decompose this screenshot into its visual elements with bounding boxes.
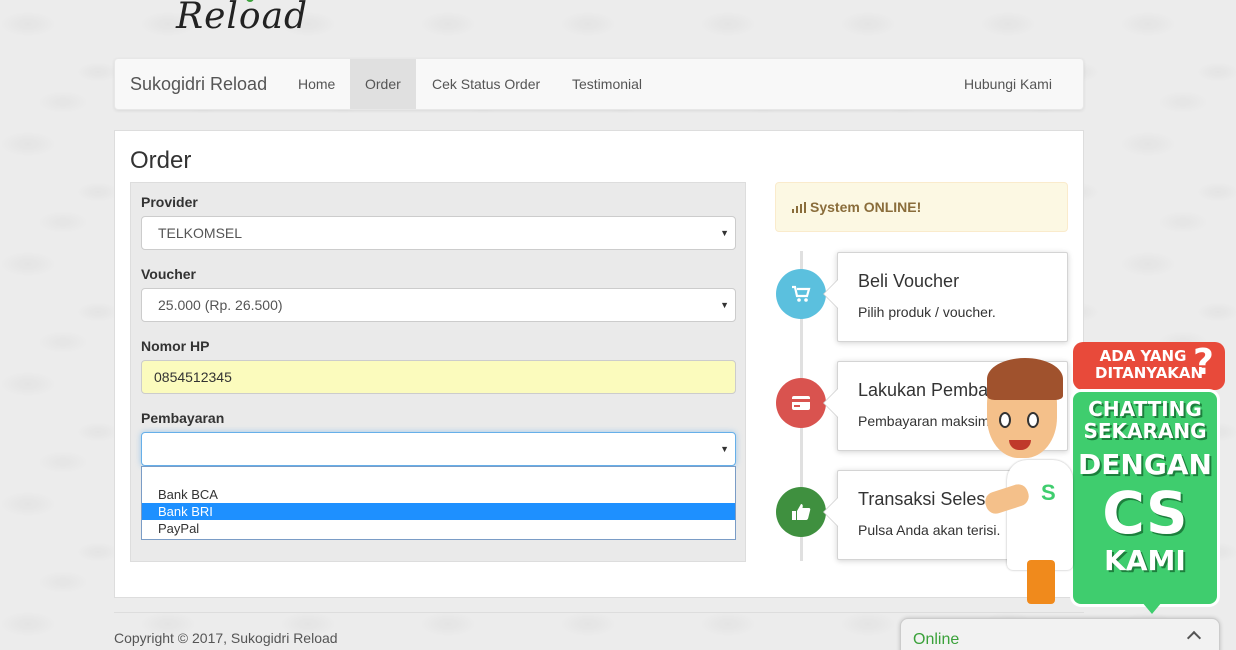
payment-option-empty[interactable]	[142, 469, 735, 486]
nav-hubungi-kami[interactable]: Hubungi Kami	[949, 59, 1067, 109]
page-title: Order	[130, 147, 192, 174]
nav-order[interactable]: Order	[350, 59, 416, 109]
mascot-mouth	[1009, 440, 1031, 450]
chat-status: Online	[913, 631, 960, 648]
chat-bar[interactable]: Online	[900, 618, 1220, 650]
order-panel: Order Provider TELKOMSEL ▼ Voucher 25.00…	[114, 130, 1084, 598]
caret-down-icon: ▼	[720, 300, 729, 310]
payment-label: Pembayaran	[141, 410, 225, 426]
timeline-step-title: Beli Voucher	[858, 271, 960, 291]
timeline-badge-3	[776, 487, 826, 537]
credit-card-icon	[792, 396, 810, 410]
promo-line-3: CS	[1102, 479, 1188, 547]
caret-down-icon: ▼	[720, 228, 729, 238]
nav-testimonial[interactable]: Testimonial	[557, 59, 657, 109]
navbar-brand[interactable]: Sukogidri Reload	[130, 74, 267, 95]
payment-select[interactable]: ▼	[141, 432, 736, 466]
promo-question: ADA YANG DITANYAKAN	[1095, 347, 1204, 382]
phone-input[interactable]: 0854512345	[141, 360, 736, 394]
mascot-eye	[1027, 412, 1039, 428]
order-form: Provider TELKOMSEL ▼ Voucher 25.000 (Rp.…	[130, 182, 746, 562]
provider-value: TELKOMSEL	[158, 225, 243, 241]
voucher-value: 25.000 (Rp. 26.500)	[158, 297, 283, 313]
mascot-shirt-logo: S	[1041, 480, 1056, 505]
mascot-pants	[1027, 560, 1055, 604]
timeline-badge-1	[776, 269, 826, 319]
status-alert: System ONLINE!	[775, 182, 1068, 232]
logo-text: Reload	[176, 0, 309, 37]
timeline-step-1: Beli Voucher Pilih produk / voucher.	[823, 252, 1068, 342]
provider-label: Provider	[141, 194, 198, 210]
status-text: System ONLINE!	[810, 199, 922, 215]
mascot-eye	[999, 412, 1011, 428]
cart-icon	[792, 285, 811, 302]
footer-divider	[114, 612, 1084, 613]
payment-option-bca[interactable]: Bank BCA	[142, 486, 735, 503]
mascot-body	[1007, 460, 1073, 570]
signal-icon	[792, 202, 806, 213]
timeline-step-body: Pilih produk / voucher.	[858, 304, 996, 320]
caret-down-icon: ▼	[720, 444, 729, 454]
promo-line-4: KAMI	[1104, 544, 1186, 577]
timeline-badge-2	[776, 378, 826, 428]
promo-card-tail	[1142, 602, 1162, 614]
nav-home[interactable]: Home	[283, 59, 350, 109]
navbar: Sukogidri Reload Home Order Cek Status O…	[114, 58, 1084, 110]
promo-card-text: CHATTING SEKARANG DENGAN CS KAMI	[1077, 398, 1213, 578]
promo-line-1: CHATTING SEKARANG	[1083, 397, 1207, 443]
cs-chat-promo[interactable]: ADA YANG DITANYAKAN ? CHATTING SEKARANG …	[982, 340, 1235, 615]
provider-select[interactable]: TELKOMSEL ▼	[141, 216, 736, 250]
payment-dropdown: Bank BCA Bank BRI PayPal	[141, 466, 736, 540]
voucher-label: Voucher	[141, 266, 196, 282]
copyright: Copyright © 2017, Sukogidri Reload	[114, 630, 338, 646]
thumbs-up-icon	[792, 504, 811, 520]
promo-line-2: DENGAN	[1078, 448, 1212, 481]
phone-label: Nomor HP	[141, 338, 210, 354]
nav-cek-status-order[interactable]: Cek Status Order	[417, 59, 555, 109]
payment-option-bri[interactable]: Bank BRI	[142, 503, 735, 520]
payment-option-paypal[interactable]: PayPal	[142, 520, 735, 537]
chevron-up-icon[interactable]	[1186, 630, 1202, 646]
phone-value: 0854512345	[154, 369, 232, 385]
question-mark-icon: ?	[1193, 342, 1214, 383]
voucher-select[interactable]: 25.000 (Rp. 26.500) ▼	[141, 288, 736, 322]
mascot-hair	[987, 358, 1063, 400]
